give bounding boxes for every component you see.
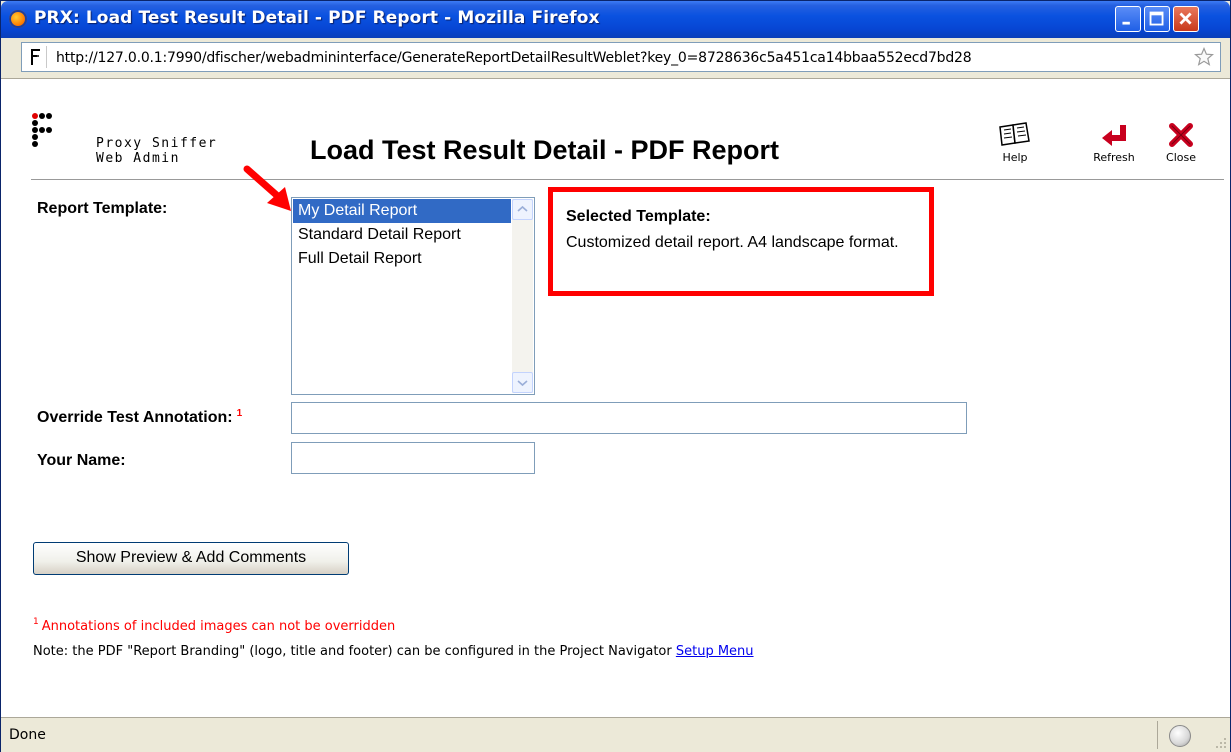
branding-note: Note: the PDF "Report Branding" (logo, t… — [33, 644, 754, 659]
footnote-text: Annotations of included images can not b… — [41, 619, 396, 634]
connection-status-icon — [1169, 725, 1191, 747]
annotation-label-text: Override Test Annotation: — [37, 409, 233, 426]
window-title: PRX: Load Test Result Detail - PDF Repor… — [34, 8, 600, 28]
scroll-down-button[interactable] — [512, 372, 533, 393]
url-text[interactable]: http://127.0.0.1:7990/dfischer/webadmini… — [56, 50, 972, 66]
name-label: Your Name: — [37, 452, 126, 469]
annotation-label: Override Test Annotation: 1 — [37, 408, 243, 427]
help-label: Help — [1002, 151, 1028, 164]
proxy-sniffer-logo — [32, 113, 52, 147]
template-option[interactable]: Full Detail Report — [293, 247, 511, 271]
setup-menu-link[interactable]: Setup Menu — [676, 644, 754, 659]
app-name-line2: Web Admin — [96, 151, 180, 166]
minimize-icon — [1122, 21, 1130, 25]
report-template-select[interactable]: My Detail Report Standard Detail Report … — [291, 197, 535, 395]
annotation-input[interactable] — [291, 402, 967, 434]
minimize-button[interactable] — [1115, 6, 1141, 32]
refresh-label: Refresh — [1093, 151, 1135, 164]
firefox-icon — [9, 10, 27, 28]
maximize-icon — [1149, 11, 1164, 26]
footnote-marker: 1 — [33, 617, 39, 627]
app-name-line1: Proxy Sniffer — [96, 136, 218, 151]
selected-template-description: Customized detail report. A4 landscape f… — [566, 234, 899, 251]
navigation-bar: http://127.0.0.1:7990/dfischer/webadmini… — [1, 38, 1230, 79]
header-divider — [31, 179, 1224, 180]
show-preview-button[interactable]: Show Preview & Add Comments — [33, 542, 349, 575]
chevron-up-icon — [517, 205, 528, 212]
page-content: Proxy Sniffer Web Admin Load Test Result… — [1, 79, 1230, 717]
selected-template-panel: Selected Template: Customized detail rep… — [548, 187, 934, 296]
maximize-button[interactable] — [1144, 6, 1170, 32]
template-list: My Detail Report Standard Detail Report … — [293, 199, 511, 271]
window-close-button[interactable] — [1173, 6, 1199, 32]
close-label: Close — [1166, 151, 1196, 164]
star-icon[interactable] — [1194, 47, 1214, 67]
app-name: Proxy Sniffer Web Admin — [96, 136, 217, 166]
status-divider — [1157, 721, 1158, 749]
help-button[interactable]: Help — [993, 121, 1037, 164]
template-option[interactable]: My Detail Report — [293, 199, 511, 223]
refresh-button[interactable]: Refresh — [1089, 121, 1139, 164]
url-field[interactable]: http://127.0.0.1:7990/dfischer/webadmini… — [21, 42, 1221, 72]
report-template-label: Report Template: — [37, 200, 168, 217]
list-scrollbar[interactable] — [512, 199, 533, 393]
status-bar: Done — [1, 717, 1230, 752]
page-icon[interactable] — [26, 46, 47, 68]
status-text: Done — [9, 727, 46, 743]
resize-grip-icon[interactable] — [1214, 736, 1228, 750]
refresh-arrow-icon — [1102, 125, 1126, 146]
branding-note-text: Note: the PDF "Report Branding" (logo, t… — [33, 644, 672, 659]
name-input[interactable] — [291, 442, 535, 474]
browser-window: PRX: Load Test Result Detail - PDF Repor… — [0, 0, 1231, 752]
annotation-arrow-icon — [243, 165, 291, 211]
scroll-up-button[interactable] — [512, 199, 533, 220]
footnote: 1 Annotations of included images can not … — [33, 617, 396, 634]
title-bar[interactable]: PRX: Load Test Result Detail - PDF Repor… — [1, 1, 1230, 38]
close-icon — [1179, 12, 1192, 25]
book-icon — [999, 122, 1030, 146]
chevron-down-icon — [517, 380, 528, 387]
selected-template-title: Selected Template: — [566, 208, 711, 225]
close-button[interactable]: Close — [1159, 121, 1203, 164]
page-title: Load Test Result Detail - PDF Report — [310, 135, 780, 165]
template-option[interactable]: Standard Detail Report — [293, 223, 511, 247]
x-close-icon — [1169, 123, 1193, 147]
required-marker: 1 — [236, 408, 243, 419]
